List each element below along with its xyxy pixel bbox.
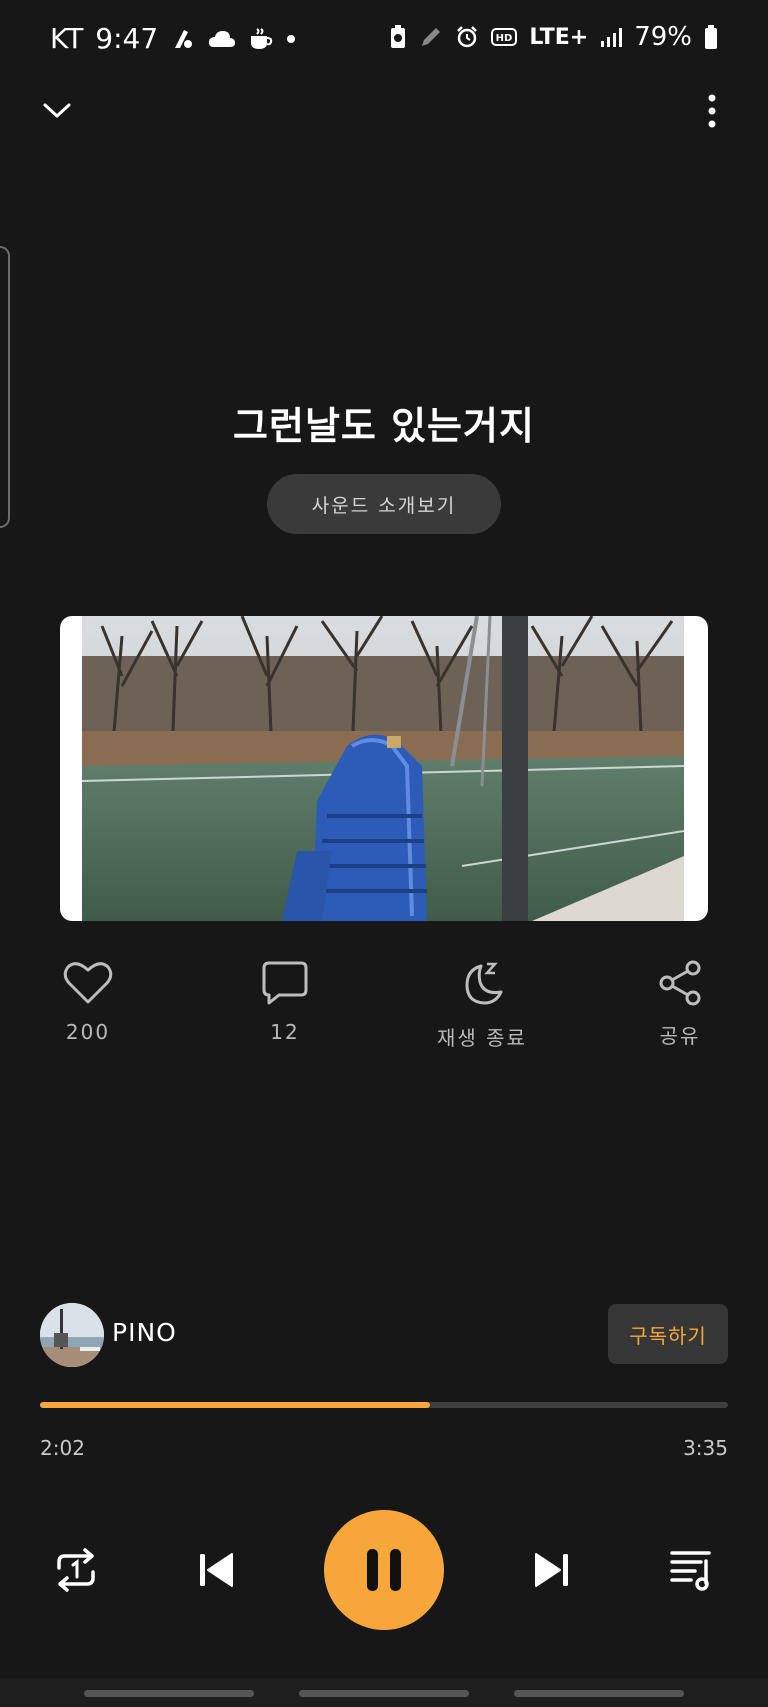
nav-back[interactable] xyxy=(514,1690,684,1697)
skip-previous-icon xyxy=(200,1553,233,1587)
edge-panel-handle[interactable] xyxy=(0,246,10,528)
playlist-icon xyxy=(670,1551,711,1591)
carrier-label: KT xyxy=(50,22,84,55)
clock: 9:47 xyxy=(95,22,159,55)
hd-voice-icon: HD xyxy=(491,26,518,48)
coffee-icon xyxy=(248,26,274,52)
like-action[interactable]: 200 xyxy=(28,960,148,1044)
share-label: 공유 xyxy=(659,1024,701,1048)
seek-bar-progress xyxy=(40,1402,431,1408)
system-navigation-bar xyxy=(0,1678,768,1707)
repeat-one-icon xyxy=(57,1548,95,1592)
seek-bar[interactable] xyxy=(40,1402,728,1408)
battery-icon xyxy=(704,24,718,50)
sleep-timer-action[interactable]: 재생 종료 xyxy=(422,960,542,1051)
chevron-down-icon xyxy=(43,103,71,118)
album-art xyxy=(60,616,708,921)
heart-icon xyxy=(63,962,113,1004)
track-title: 그런날도 있는거지 xyxy=(233,404,535,448)
sound-intro-button[interactable]: 사운드 소개보기 xyxy=(267,474,501,534)
comment-action[interactable]: 12 xyxy=(225,960,345,1044)
cloud-icon xyxy=(208,29,236,49)
share-icon xyxy=(659,960,701,1006)
collapse-player-button[interactable] xyxy=(34,88,80,134)
battery-saver-icon xyxy=(389,24,407,50)
nav-home[interactable] xyxy=(299,1690,469,1697)
status-bar: KT 9:47 HD LTE+ 79% xyxy=(0,0,768,78)
subscribe-button[interactable]: 구독하기 xyxy=(608,1304,728,1364)
more-options-button[interactable] xyxy=(690,88,734,134)
status-right: HD LTE+ 79% xyxy=(389,22,718,52)
more-notifications-dot-icon xyxy=(286,34,296,44)
comment-count: 12 xyxy=(270,1020,300,1044)
total-time: 3:35 xyxy=(683,1436,728,1460)
signal-icon xyxy=(600,26,623,48)
next-button[interactable] xyxy=(520,1538,584,1602)
playlist-button[interactable] xyxy=(660,1538,724,1602)
status-left: KT 9:47 xyxy=(50,22,296,55)
pause-icon xyxy=(367,1549,401,1591)
svg-text:HD: HD xyxy=(496,33,513,44)
album-photo xyxy=(82,616,684,921)
artist-name[interactable]: PINO xyxy=(112,1318,177,1347)
pause-button[interactable] xyxy=(324,1510,444,1630)
app-notification-icon xyxy=(170,26,196,52)
battery-percent: 79% xyxy=(634,22,692,52)
pen-icon xyxy=(419,25,443,49)
artist-avatar[interactable] xyxy=(40,1303,104,1367)
network-type: LTE+ xyxy=(529,24,589,50)
more-vertical-icon xyxy=(708,94,716,128)
alarm-icon xyxy=(455,25,479,49)
share-action[interactable]: 공유 xyxy=(620,960,740,1049)
skip-next-icon xyxy=(535,1553,568,1587)
like-count: 200 xyxy=(65,1020,111,1044)
previous-button[interactable] xyxy=(184,1538,248,1602)
nav-recent-apps[interactable] xyxy=(84,1690,254,1697)
comment-icon xyxy=(262,961,308,1005)
current-time: 2:02 xyxy=(40,1436,85,1460)
repeat-one-button[interactable] xyxy=(44,1538,108,1602)
sleep-timer-label: 재생 종료 xyxy=(437,1026,527,1050)
moon-sleep-icon xyxy=(465,962,503,1005)
